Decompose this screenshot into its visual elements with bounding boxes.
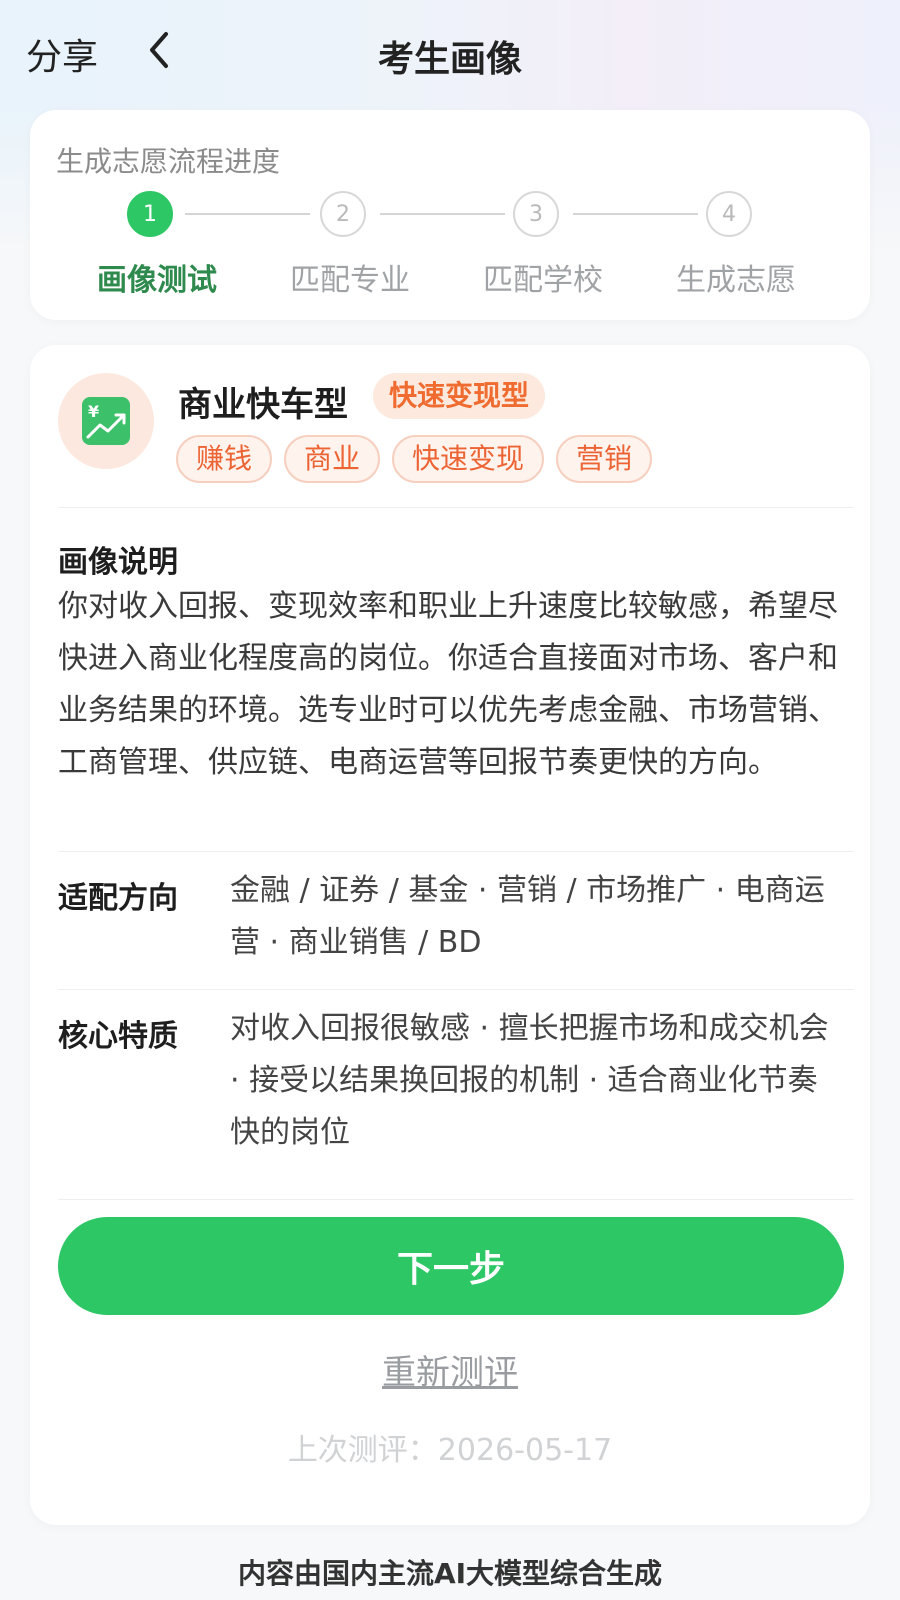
step-4-label: 生成志愿	[676, 263, 796, 298]
step-2-indicator: 2	[320, 191, 366, 237]
step-connector	[573, 213, 698, 215]
divider	[58, 1199, 854, 1200]
step-4-indicator: 4	[706, 191, 752, 237]
description-title: 画像说明	[58, 545, 178, 580]
progress-card: 生成志愿流程进度 1 2 3 4 画像测试 匹配专业 匹配学校 生成志愿	[30, 110, 870, 320]
header: 分享 考生画像	[0, 0, 900, 105]
keyword-tag: 快速变现	[392, 435, 545, 483]
last-test-date: 上次测评：2026-05-17	[287, 1433, 613, 1468]
keyword-list: 赚钱 商业 快速变现 营销	[176, 435, 653, 483]
keyword-tag: 营销	[556, 435, 653, 483]
keyword-tag: 赚钱	[176, 435, 273, 483]
next-step-button[interactable]: 下一步	[58, 1217, 844, 1315]
retest-link[interactable]: 重新测评	[30, 1345, 870, 1394]
profile-card: ¥ 商业快车型 快速变现型 赚钱 商业 快速变现 营销 画像说明 你对收入回报、…	[30, 345, 870, 1525]
svg-text:¥: ¥	[88, 402, 99, 421]
page-title: 考生画像	[377, 39, 522, 80]
profile-type-tag: 快速变现型	[373, 373, 546, 419]
traits-label: 核心特质	[58, 1019, 178, 1054]
divider	[58, 851, 854, 852]
step-1-label: 画像测试	[97, 263, 217, 298]
step-1-indicator: 1	[127, 191, 173, 237]
profile-type-name: 商业快车型	[178, 385, 348, 425]
footer-note: 内容由国内主流AI大模型综合生成	[237, 1557, 663, 1590]
divider	[58, 989, 854, 990]
step-3-label: 匹配学校	[483, 263, 603, 298]
step-connector	[380, 213, 505, 215]
step-2-label: 匹配专业	[290, 263, 410, 298]
traits-value: 对收入回报很敏感 · 擅长把握市场和成交机会 · 接受以结果换回报的机制 · 适…	[230, 1011, 829, 1150]
profile-avatar: ¥	[58, 373, 154, 469]
description-text: 你对收入回报、变现效率和职业上升速度比较敏感，希望尽快进入商业化程度高的岗位。你…	[58, 589, 838, 780]
divider	[58, 507, 854, 508]
step-connector	[185, 213, 310, 215]
keyword-tag: 商业	[284, 435, 381, 483]
direction-value: 金融 / 证券 / 基金 · 营销 / 市场推广 · 电商运营 · 商业销售 /…	[230, 873, 825, 960]
step-3-indicator: 3	[513, 191, 559, 237]
direction-label: 适配方向	[58, 881, 178, 916]
money-growth-icon: ¥	[82, 397, 130, 445]
progress-title: 生成志愿流程进度	[56, 145, 281, 178]
